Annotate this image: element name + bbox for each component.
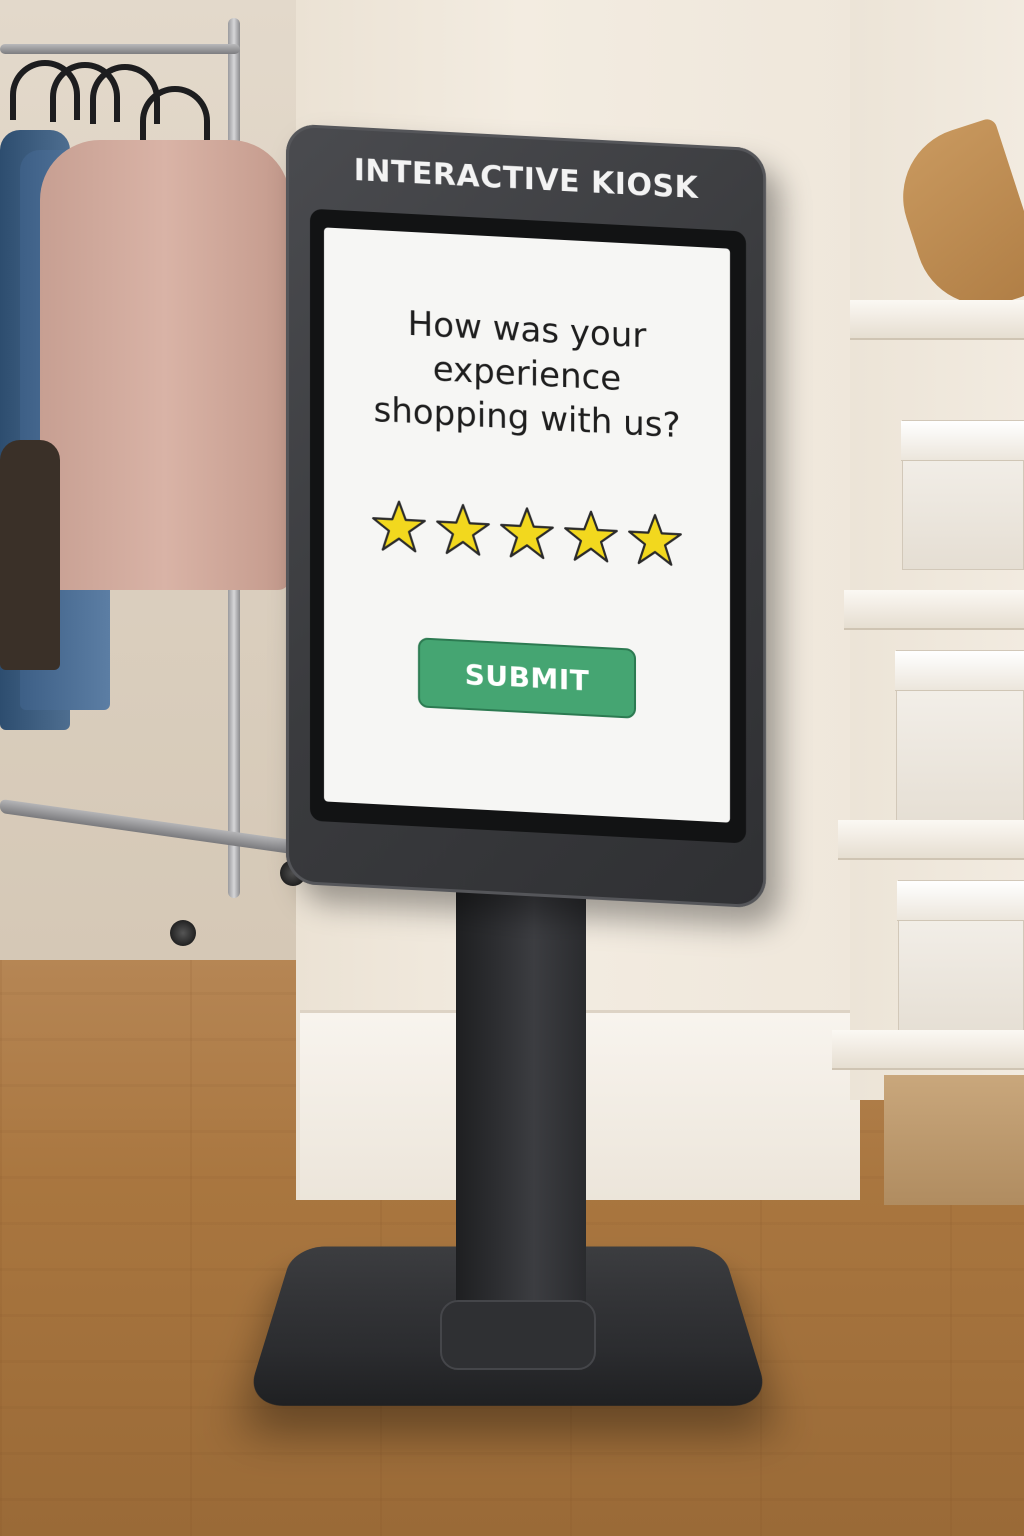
star-2-icon[interactable] <box>435 500 491 559</box>
submit-button[interactable]: SUBMIT <box>418 637 636 718</box>
screen-bezel: How was your experience shopping with us… <box>310 209 746 844</box>
shoebox <box>896 650 1024 830</box>
star-rating <box>371 496 683 568</box>
garment-dark <box>0 440 60 670</box>
star-5-icon[interactable] <box>627 510 683 569</box>
shelf <box>850 300 1024 340</box>
kiosk-pole-collar <box>440 1300 596 1370</box>
survey-question: How was your experience shopping with us… <box>367 300 687 449</box>
kiosk-pole <box>456 840 586 1360</box>
star-4-icon[interactable] <box>563 507 619 566</box>
rack-wheel <box>170 920 196 946</box>
kiosk-frame: INTERACTIVE KIOSK How was your experienc… <box>286 123 766 908</box>
shelf <box>838 820 1024 860</box>
cardboard-box <box>884 1075 1024 1205</box>
shoebox <box>898 880 1024 1040</box>
shelf <box>832 1030 1024 1070</box>
shoebox <box>902 420 1024 570</box>
garment-sweater <box>40 140 290 590</box>
shelf <box>844 590 1024 630</box>
star-3-icon[interactable] <box>499 503 555 562</box>
clothing-rack-bar <box>0 44 240 54</box>
star-1-icon[interactable] <box>371 496 427 555</box>
kiosk-title: INTERACTIVE KIOSK <box>286 149 766 209</box>
kiosk-screen: How was your experience shopping with us… <box>324 227 730 822</box>
